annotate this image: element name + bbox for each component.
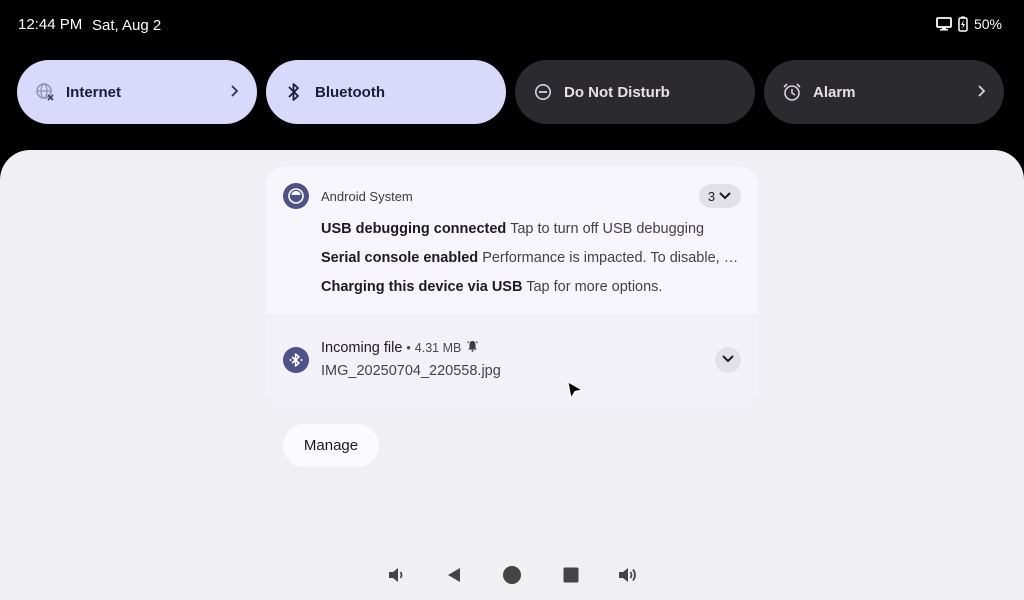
volume-up-icon[interactable]: [615, 562, 641, 588]
recents-icon[interactable]: [558, 562, 584, 588]
mouse-pointer-icon: [566, 380, 584, 405]
alert-bell-icon: [467, 340, 479, 356]
tile-label: Do Not Disturb: [564, 83, 670, 101]
tile-label: Bluetooth: [315, 83, 385, 101]
status-icons: 50%: [936, 16, 1002, 32]
tile-label: Alarm: [813, 83, 856, 101]
tile-internet[interactable]: Internet: [17, 60, 257, 124]
notification-line[interactable]: Charging this device via USB Tap for mor…: [321, 279, 741, 295]
clock: 12:44 PM: [18, 16, 83, 33]
app-name: Android System: [321, 189, 413, 204]
notification-count: 3: [707, 188, 716, 204]
status-bar: 12:44 PM Sat, Aug 2 50%: [0, 0, 1024, 50]
file-size: 4.31 MB: [414, 341, 462, 355]
notification-line[interactable]: USB debugging connected Tap to turn off …: [321, 221, 741, 237]
notification-text: Tap for more options.: [526, 279, 663, 295]
back-icon[interactable]: [441, 562, 467, 588]
bluetooth-transfer-icon: [283, 347, 309, 373]
tile-do-not-disturb[interactable]: Do Not Disturb: [515, 60, 755, 124]
notification-title: Incoming file: [321, 340, 403, 356]
chevron-down-icon: [721, 351, 735, 369]
volume-down-icon[interactable]: [383, 562, 409, 588]
notification-text: Performance is impacted. To disable, che…: [482, 250, 741, 266]
battery-percent: 50%: [973, 16, 1002, 32]
battery-charging-icon: [958, 16, 968, 32]
minus-circle-icon: [533, 82, 553, 102]
chevron-down-icon: [718, 189, 732, 204]
notification-text: Tap to turn off USB debugging: [510, 221, 705, 237]
expand-count-button[interactable]: 3: [699, 184, 741, 208]
chevron-right-icon: [229, 83, 239, 103]
tile-alarm[interactable]: Alarm: [764, 60, 1004, 124]
expand-button[interactable]: [715, 347, 741, 373]
separator: •: [406, 341, 411, 355]
navigation-bar: [0, 560, 1024, 590]
chevron-right-icon: [976, 83, 986, 103]
globe-icon: [35, 82, 55, 102]
bluetooth-icon: [284, 82, 304, 102]
tile-label: Internet: [66, 83, 122, 101]
notification-android-system[interactable]: Android System 3 USB debugging connected…: [266, 167, 758, 314]
alarm-clock-icon: [782, 82, 802, 102]
notification-title: Serial console enabled: [321, 250, 479, 266]
notification-title: Charging this device via USB: [321, 279, 523, 295]
notification-line[interactable]: Serial console enabled Performance is im…: [321, 250, 741, 266]
notification-incoming-file[interactable]: Incoming file • 4.31 MB IMG_20250704_220…: [266, 316, 758, 404]
monitor-icon: [936, 17, 952, 31]
notification-title: USB debugging connected: [321, 221, 507, 237]
manage-button[interactable]: Manage: [283, 424, 379, 467]
home-icon[interactable]: [499, 562, 525, 588]
tile-bluetooth[interactable]: Bluetooth: [266, 60, 506, 124]
date: Sat, Aug 2: [92, 17, 162, 34]
file-name: IMG_20250704_220558.jpg: [321, 363, 501, 379]
notification-title-row: Incoming file • 4.31 MB: [321, 340, 479, 356]
android-system-icon: [283, 183, 309, 209]
